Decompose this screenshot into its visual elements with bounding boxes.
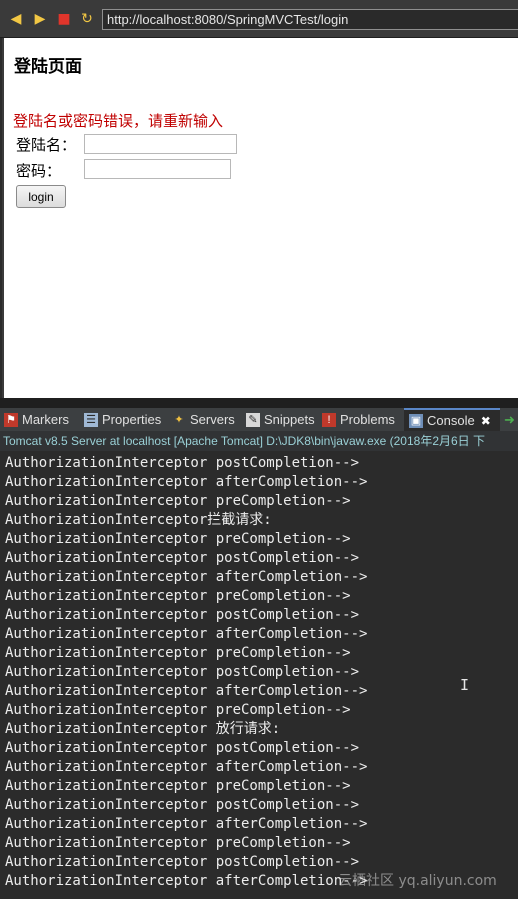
console-line: AuthorizationInterceptor afterCompletion… <box>5 474 368 490</box>
console-line: AuthorizationInterceptor preCompletion--… <box>5 778 351 794</box>
tab-properties[interactable]: ☰ Properties <box>84 408 161 431</box>
browser-page: 登陆页面 登陆名或密码错误，请重新输入 登陆名： 密码： login <box>2 38 518 398</box>
console-line: AuthorizationInterceptor postCompletion-… <box>5 740 360 756</box>
console-line: AuthorizationInterceptor preCompletion--… <box>5 588 351 604</box>
console-line: AuthorizationInterceptor afterCompletion… <box>5 759 368 775</box>
console-line: AuthorizationInterceptor拦截请求: <box>5 512 272 528</box>
console-line: AuthorizationInterceptor afterCompletion… <box>5 683 368 699</box>
tab-console[interactable]: ▣ Console ✖ <box>404 408 500 431</box>
console-line: AuthorizationInterceptor preCompletion--… <box>5 493 351 509</box>
login-error-message: 登陆名或密码错误，请重新输入 <box>13 112 224 130</box>
tab-label: Servers <box>190 412 235 427</box>
close-icon[interactable]: ✖ <box>481 414 491 428</box>
console-line: AuthorizationInterceptor preCompletion--… <box>5 702 351 718</box>
console-line: AuthorizationInterceptor afterCompletion… <box>5 569 368 585</box>
console-line: AuthorizationInterceptor postCompletion-… <box>5 854 360 870</box>
tab-label: Console <box>427 413 475 428</box>
snippets-icon: ✎ <box>246 412 260 427</box>
tab-label: Problems <box>340 412 395 427</box>
panel-splitter[interactable] <box>0 398 518 408</box>
markers-icon: ⚑ <box>4 412 18 427</box>
browser-toolbar: ◀ ▶ ■ ↻ http://localhost:8080/SpringMVCT… <box>0 0 518 38</box>
console-line: AuthorizationInterceptor afterCompletion… <box>5 816 368 832</box>
more-views-icon[interactable]: ➜ <box>504 408 515 431</box>
back-arrow-icon[interactable]: ◀ <box>6 9 26 29</box>
console-line: AuthorizationInterceptor preCompletion--… <box>5 645 351 661</box>
url-bar[interactable]: http://localhost:8080/SpringMVCTest/logi… <box>102 9 518 30</box>
servers-icon: ✦ <box>174 413 184 426</box>
console-line: AuthorizationInterceptor postCompletion-… <box>5 455 360 471</box>
login-button[interactable]: login <box>16 185 66 208</box>
tab-label: Markers <box>22 412 69 427</box>
console-line: AuthorizationInterceptor afterCompletion… <box>5 626 368 642</box>
tab-servers[interactable]: ✦ Servers <box>172 408 235 431</box>
properties-icon: ☰ <box>84 412 98 427</box>
page-title: 登陆页面 <box>14 57 82 77</box>
console-icon: ▣ <box>409 413 423 428</box>
console-line: AuthorizationInterceptor afterCompletion… <box>5 873 368 889</box>
stop-icon[interactable]: ■ <box>54 9 74 29</box>
console-line: AuthorizationInterceptor postCompletion-… <box>5 607 360 623</box>
watermark: 云栖社区 yq.aliyun.com <box>338 873 497 889</box>
password-label: 密码： <box>16 162 62 180</box>
forward-arrow-icon[interactable]: ▶ <box>30 9 50 29</box>
console-output[interactable]: AuthorizationInterceptor postCompletion-… <box>0 451 518 899</box>
tab-problems[interactable]: ! Problems <box>322 408 395 431</box>
problems-icon: ! <box>322 412 336 427</box>
console-line: AuthorizationInterceptor preCompletion--… <box>5 531 351 547</box>
tab-label: Properties <box>102 412 162 427</box>
username-label: 登陆名： <box>16 136 77 154</box>
tab-markers[interactable]: ⚑ Markers <box>4 408 69 431</box>
username-input[interactable] <box>84 134 237 154</box>
tab-label: Snippets <box>264 412 315 427</box>
server-status: Tomcat v8.5 Server at localhost [Apache … <box>0 431 518 451</box>
password-input[interactable] <box>84 159 231 179</box>
refresh-icon[interactable]: ↻ <box>77 9 97 29</box>
console-line: AuthorizationInterceptor postCompletion-… <box>5 664 360 680</box>
console-line: AuthorizationInterceptor postCompletion-… <box>5 550 360 566</box>
console-line: AuthorizationInterceptor preCompletion--… <box>5 835 351 851</box>
tab-snippets[interactable]: ✎ Snippets <box>246 408 315 431</box>
console-line: AuthorizationInterceptor postCompletion-… <box>5 797 360 813</box>
text-cursor-icon: I <box>460 676 470 694</box>
view-tabs: ⚑ Markers ☰ Properties ✦ Servers ✎ Snipp… <box>0 408 518 431</box>
console-line: AuthorizationInterceptor 放行请求: <box>5 721 281 737</box>
